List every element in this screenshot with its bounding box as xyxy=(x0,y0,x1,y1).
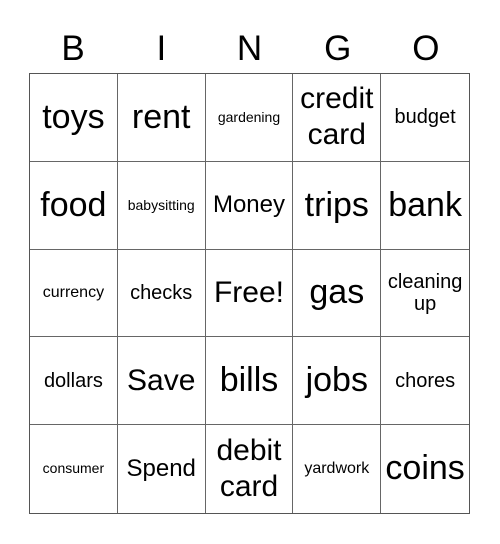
bingo-cell[interactable]: trips xyxy=(293,161,382,250)
bingo-cell[interactable]: Spend xyxy=(118,425,206,513)
bingo-cell[interactable]: checks xyxy=(117,249,206,338)
bingo-cell[interactable]: Money xyxy=(205,161,294,250)
bingo-cell[interactable]: babysitting xyxy=(117,161,206,250)
bingo-cell[interactable]: dollars xyxy=(30,337,118,426)
bingo-cell[interactable]: yardwork xyxy=(293,425,382,513)
header-letter-n: N xyxy=(236,29,263,68)
bingo-cell[interactable]: gardening xyxy=(205,74,294,162)
bingo-cell[interactable]: food xyxy=(30,161,118,250)
header-letter-o: O xyxy=(412,29,440,68)
bingo-cell[interactable]: gas xyxy=(293,249,382,338)
bingo-cell[interactable]: coins xyxy=(381,425,469,513)
bingo-cell[interactable]: chores xyxy=(381,337,469,426)
free-space-cell[interactable]: Free! xyxy=(205,249,294,338)
header-letter-i: I xyxy=(156,29,167,68)
bingo-cell[interactable]: jobs xyxy=(293,337,382,426)
bingo-cell[interactable]: bills xyxy=(205,337,294,426)
header-letter-g: G xyxy=(324,29,352,68)
header-letter-b: B xyxy=(61,29,85,68)
bingo-cell[interactable]: bank xyxy=(381,162,469,250)
bingo-grid: toys rent gardening credit card budget f… xyxy=(29,73,470,514)
bingo-header: B I N G O xyxy=(29,26,470,72)
bingo-cell[interactable]: Save xyxy=(117,337,206,426)
bingo-cell[interactable]: currency xyxy=(30,249,118,338)
bingo-cell[interactable]: credit card xyxy=(293,74,382,162)
bingo-cell[interactable]: consumer xyxy=(30,425,118,513)
bingo-cell[interactable]: toys xyxy=(30,74,118,162)
bingo-cell[interactable]: debit card xyxy=(206,425,294,513)
bingo-cell[interactable]: budget xyxy=(381,74,469,162)
bingo-cell[interactable]: cleaning up xyxy=(381,250,469,338)
bingo-cell[interactable]: rent xyxy=(117,74,206,162)
